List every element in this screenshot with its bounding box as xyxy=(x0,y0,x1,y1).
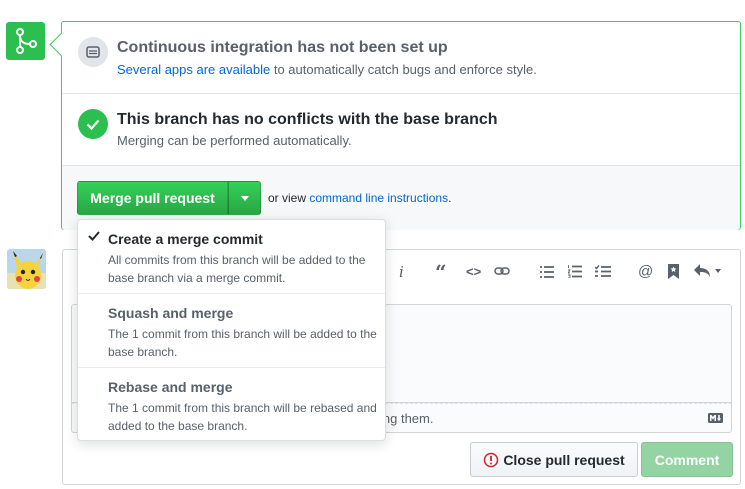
link-icon[interactable] xyxy=(494,263,510,280)
merge-method-menu: Create a merge commit All commits from t… xyxy=(77,219,386,441)
merge-pull-request-button[interactable]: Merge pull request xyxy=(77,181,228,215)
code-icon[interactable]: <> xyxy=(466,264,481,279)
ci-status-icon xyxy=(78,37,108,67)
ci-description: Several apps are available to automatica… xyxy=(117,62,537,77)
option-description: The 1 commit from this branch will be re… xyxy=(108,401,377,433)
merge-option-squash[interactable]: Squash and merge The 1 commit from this … xyxy=(78,294,385,368)
reply-icon[interactable] xyxy=(694,264,722,282)
option-title: Create a merge commit xyxy=(108,231,263,247)
git-merge-icon xyxy=(6,22,45,60)
check-icon xyxy=(88,231,100,241)
merge-box: Continuous integration has not been set … xyxy=(61,21,741,230)
bookmark-icon[interactable] xyxy=(668,264,679,283)
close-pull-request-label: Close pull request xyxy=(503,451,625,468)
unordered-list-icon[interactable] xyxy=(540,265,554,282)
mention-icon[interactable]: @ xyxy=(638,263,653,280)
markdown-icon xyxy=(708,413,723,423)
quote-icon[interactable]: “ xyxy=(435,260,447,284)
ci-status-section: Continuous integration has not been set … xyxy=(62,22,740,94)
check-circle-icon xyxy=(78,109,108,139)
option-title: Rebase and merge xyxy=(108,379,233,395)
close-pr-icon xyxy=(484,452,499,467)
option-description: All commits from this branch will be add… xyxy=(108,253,366,285)
attach-files-hint: ing them. xyxy=(380,411,434,426)
close-pull-request-button[interactable]: Close pull request xyxy=(470,442,638,477)
avatar xyxy=(7,249,46,289)
task-list-icon[interactable] xyxy=(594,265,611,282)
conflict-description: Merging can be performed automatically. xyxy=(117,133,352,148)
merge-option-rebase[interactable]: Rebase and merge The 1 commit from this … xyxy=(78,368,385,442)
cli-instructions: or view command line instructions. xyxy=(268,191,452,205)
italic-icon[interactable]: i xyxy=(399,263,404,281)
caret-down-icon xyxy=(240,195,249,201)
option-description: The 1 commit from this branch will be ad… xyxy=(108,327,377,359)
conflict-title: This branch has no conflicts with the ba… xyxy=(117,111,498,128)
comment-button[interactable]: Comment xyxy=(641,442,733,477)
ci-title: Continuous integration has not been set … xyxy=(117,39,448,56)
command-line-instructions-link[interactable]: command line instructions xyxy=(309,191,448,205)
apps-available-link[interactable]: Several apps are available xyxy=(117,62,270,77)
merge-option-create-merge-commit[interactable]: Create a merge commit All commits from t… xyxy=(78,220,385,294)
ordered-list-icon[interactable] xyxy=(567,265,582,282)
option-title: Squash and merge xyxy=(108,305,234,321)
conflict-status-section: This branch has no conflicts with the ba… xyxy=(62,94,740,166)
merge-method-dropdown-toggle[interactable] xyxy=(228,181,261,215)
